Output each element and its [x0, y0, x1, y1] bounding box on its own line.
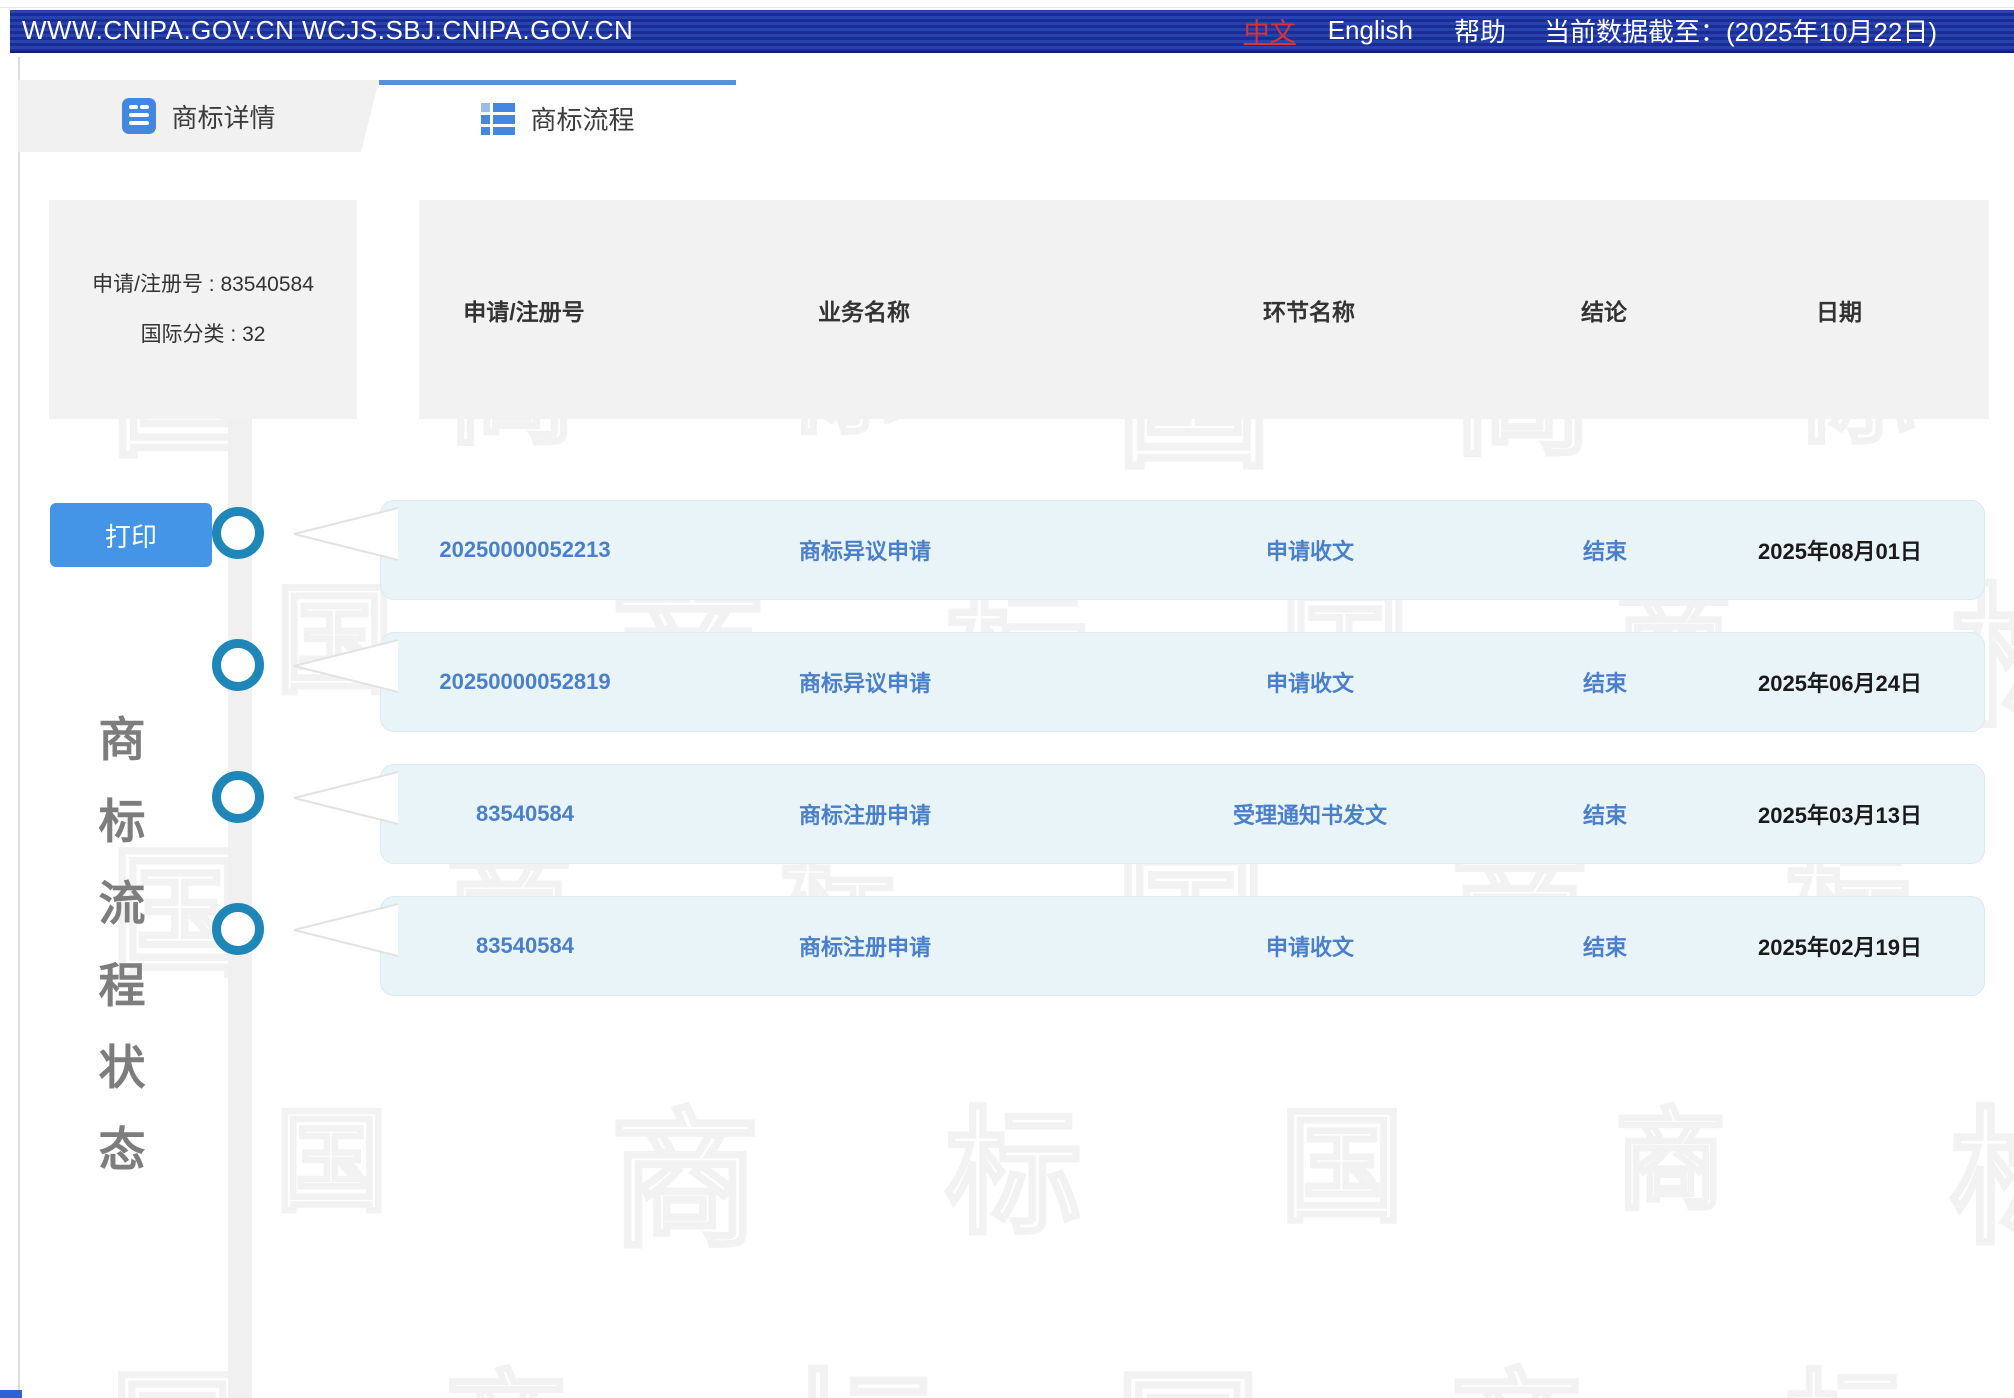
row-app-no[interactable]: 20250000052213 — [420, 537, 630, 563]
topbar-links: 中文 English 帮助 当前数据截至：(2025年10月22日) — [1244, 12, 1937, 49]
print-button[interactable]: 打印 — [50, 503, 212, 567]
document-list-icon — [121, 96, 157, 136]
lang-english-link[interactable]: English — [1328, 15, 1413, 46]
watermark-char: 国 — [275, 1106, 388, 1219]
col-header-business: 业务名称 — [629, 293, 1099, 327]
watermark-char: 标 — [1950, 1106, 2014, 1254]
watermark-char: 国 — [1280, 1106, 1404, 1230]
row-conclusion: 结束 — [1520, 798, 1690, 830]
tab-label: 商标详情 — [171, 98, 275, 135]
col-header-date: 日期 — [1689, 293, 1989, 327]
vertical-title-char: 状 — [99, 1044, 146, 1091]
process-row[interactable]: 83540584 商标注册申请 申请收文 结束 2025年02月19日 — [380, 896, 1985, 996]
vertical-title-char: 程 — [99, 962, 146, 1009]
row-step-name: 受理通知书发文 — [1100, 798, 1520, 830]
col-header-app-no: 申请/注册号 — [419, 293, 629, 327]
row-pointer-arrow — [292, 505, 398, 563]
row-step-name: 申请收文 — [1100, 534, 1520, 566]
timeline-node-circle — [212, 639, 264, 691]
row-business-name: 商标注册申请 — [630, 798, 1100, 830]
row-date: 2025年06月24日 — [1690, 666, 1990, 698]
watermark-char: 标 — [945, 1106, 1082, 1243]
lang-chinese-link[interactable]: 中文 — [1244, 12, 1296, 49]
watermark-char: 国 — [1115, 1368, 1261, 1398]
help-link[interactable]: 帮助 — [1454, 12, 1506, 49]
floating-button-partial[interactable] — [0, 1390, 22, 1398]
row-step-name: 申请收文 — [1100, 666, 1520, 698]
vertical-title-char: 态 — [99, 1126, 146, 1173]
data-cutoff-text: 当前数据截至：(2025年10月22日) — [1544, 12, 1937, 49]
application-number-text: 申请/注册号 : 83540584 — [92, 260, 314, 310]
col-header-conclusion: 结论 — [1519, 293, 1689, 327]
table-header: 申请/注册号 业务名称 环节名称 结论 日期 — [419, 200, 1989, 419]
process-row[interactable]: 20250000052213 商标异议申请 申请收文 结束 2025年08月01… — [380, 500, 1985, 600]
vertical-title-char: 标 — [99, 798, 146, 845]
watermark-char: 标 — [1785, 1368, 1905, 1398]
process-row[interactable]: 83540584 商标注册申请 受理通知书发文 结束 2025年03月13日 — [380, 764, 1985, 864]
row-pointer-arrow — [292, 769, 398, 827]
row-app-no[interactable]: 83540584 — [420, 801, 630, 827]
timeline-node-circle — [212, 507, 264, 559]
tab-bar: 商标详情 商标流程 — [18, 80, 736, 152]
tab-label: 商标流程 — [530, 100, 634, 137]
site-domains: WWW.CNIPA.GOV.CN WCJS.SBJ.CNIPA.GOV.CN — [10, 15, 633, 46]
tab-trademark-flow[interactable]: 商标流程 — [379, 80, 736, 152]
row-conclusion: 结束 — [1520, 666, 1690, 698]
row-app-no[interactable]: 83540584 — [420, 933, 630, 959]
vertical-page-title: 商标流程状态 — [90, 716, 154, 1173]
row-app-no[interactable]: 20250000052819 — [420, 669, 630, 695]
row-conclusion: 结束 — [1520, 534, 1690, 566]
watermark-char: 商 — [1450, 1368, 1583, 1398]
vertical-title-char: 流 — [99, 880, 146, 927]
tab-trademark-details[interactable]: 商标详情 — [18, 80, 379, 152]
watermark-char: 商 — [1615, 1106, 1726, 1217]
row-business-name: 商标异议申请 — [630, 666, 1100, 698]
top-bar: WWW.CNIPA.GOV.CN WCJS.SBJ.CNIPA.GOV.CN 中… — [10, 10, 2014, 53]
page-left-border — [18, 57, 20, 1398]
watermark-char: 商 — [445, 1368, 567, 1398]
row-step-name: 申请收文 — [1100, 930, 1520, 962]
row-pointer-arrow — [292, 901, 398, 959]
row-business-name: 商标注册申请 — [630, 930, 1100, 962]
application-info-panel: 申请/注册号 : 83540584 国际分类 : 32 — [49, 200, 357, 419]
timeline-node-circle — [212, 771, 264, 823]
col-header-step: 环节名称 — [1099, 293, 1519, 327]
watermark-char: 标 — [780, 1368, 939, 1398]
process-row[interactable]: 20250000052819 商标异议申请 申请收文 结束 2025年06月24… — [380, 632, 1985, 732]
vertical-title-char: 商 — [99, 716, 146, 763]
row-conclusion: 结束 — [1520, 930, 1690, 962]
table-grid-icon — [480, 102, 516, 136]
row-business-name: 商标异议申请 — [630, 534, 1100, 566]
watermark-char: 国 — [110, 1368, 245, 1398]
international-class-text: 国际分类 : 32 — [141, 310, 266, 360]
row-date: 2025年02月19日 — [1690, 930, 1990, 962]
row-date: 2025年03月13日 — [1690, 798, 1990, 830]
page: 国商标国商标国商标国商标国商标国商标国商标国商标国商标国商标 WWW.CNIPA… — [0, 0, 2014, 1398]
row-date: 2025年08月01日 — [1690, 534, 1990, 566]
watermark-char: 商 — [610, 1106, 760, 1256]
row-pointer-arrow — [292, 637, 398, 695]
timeline-node-circle — [212, 903, 264, 955]
top-divider-line — [0, 7, 2014, 8]
